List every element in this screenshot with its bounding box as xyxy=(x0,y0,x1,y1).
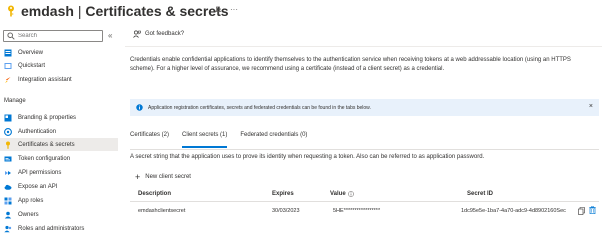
credential-tabs: Certificates (2) Client secrets (1) Fede… xyxy=(130,132,320,148)
sidebar-item-label: Overview xyxy=(18,49,44,56)
new-client-secret-label: New client secret xyxy=(145,174,191,180)
sidebar-item-branding[interactable]: Branding & properties xyxy=(0,111,118,124)
sidebar-item-owners[interactable]: Owners xyxy=(0,208,118,221)
info-icon[interactable] xyxy=(347,191,354,197)
sidebar-item-expose-api[interactable]: Expose an API xyxy=(0,180,118,193)
column-header-value: Value xyxy=(330,191,354,197)
header-label: Secret ID xyxy=(467,191,494,197)
page-title: emdash | Certificates & secrets xyxy=(21,3,229,19)
info-banner: Application registration certificates, s… xyxy=(130,99,599,116)
sidebar-search[interactable] xyxy=(3,30,103,42)
person-feedback-icon xyxy=(133,30,141,38)
sidebar-item-quickstart[interactable]: Quickstart xyxy=(0,59,118,72)
sidebar-item-authentication[interactable]: Authentication xyxy=(0,125,118,138)
quickstart-icon xyxy=(4,62,12,69)
table-row: emdashclientsecret 30/03/2023 5HE*******… xyxy=(130,202,599,220)
sidebar: « Overview Quickstart Integration assist… xyxy=(0,27,125,251)
title-separator: | xyxy=(77,3,82,19)
sidebar-item-label: Certificates & secrets xyxy=(18,141,75,148)
sidebar-item-roles-administrators[interactable]: Roles and administrators xyxy=(0,222,118,235)
sidebar-item-label: Roles and administrators xyxy=(18,225,85,232)
collapse-sidebar-button[interactable]: « xyxy=(108,31,112,40)
title-bar: emdash | Certificates & secrets ··· xyxy=(0,0,602,24)
search-input[interactable] xyxy=(18,33,98,39)
cell-secret-id: 1dc95e5e-1ba7-4a70-adc9-4d8902160Sec xyxy=(461,208,566,214)
tab-certificates[interactable]: Certificates (2) xyxy=(130,132,169,144)
sidebar-item-label: API permissions xyxy=(18,169,62,176)
cell-description: emdashclientsecret xyxy=(138,208,186,214)
tab-federated-credentials[interactable]: Federated credentials (0) xyxy=(240,132,307,144)
cloud-icon xyxy=(4,184,12,190)
search-icon xyxy=(7,32,15,40)
table-header: Description Expires Value Secret ID xyxy=(130,188,599,202)
intro-text: Credentials enable confidential applicat… xyxy=(130,57,571,72)
copy-icon[interactable] xyxy=(578,207,585,215)
tab-client-secrets[interactable]: Client secrets (1) xyxy=(182,132,228,148)
pin-icon[interactable] xyxy=(214,6,222,15)
cell-value: 5HE***************** xyxy=(333,208,381,214)
tab-description: A secret string that the application use… xyxy=(130,154,485,160)
main-content: Got feedback? Credentials enable confide… xyxy=(125,24,602,251)
cell-expires: 30/03/2023 xyxy=(272,208,300,214)
app-roles-icon xyxy=(4,197,12,204)
owners-icon xyxy=(4,211,12,218)
sidebar-item-label: Quickstart xyxy=(18,62,46,69)
overview-icon xyxy=(4,49,12,56)
tabs-divider xyxy=(130,149,599,150)
header-label: Description xyxy=(138,191,172,197)
sidebar-item-label: Token configuration xyxy=(18,155,71,162)
new-client-secret-button[interactable]: + New client secret xyxy=(135,172,191,182)
key-icon xyxy=(8,5,14,17)
info-icon xyxy=(136,104,143,111)
sidebar-item-label: Expose an API xyxy=(18,183,58,190)
key-icon xyxy=(6,141,10,149)
branding-icon xyxy=(4,114,12,121)
roles-icon xyxy=(4,225,12,232)
feedback-button[interactable]: Got feedback? xyxy=(133,30,184,38)
token-icon xyxy=(4,156,12,161)
header-label: Value xyxy=(330,191,346,197)
more-options-icon[interactable]: ··· xyxy=(230,5,238,14)
sidebar-item-overview[interactable]: Overview xyxy=(0,46,118,59)
blade-title: Certificates & secrets xyxy=(85,3,229,19)
app-name: emdash xyxy=(21,3,74,19)
section-manage: Manage xyxy=(4,98,26,104)
sidebar-item-app-roles[interactable]: App roles xyxy=(0,194,118,207)
sidebar-item-label: Integration assistant xyxy=(18,76,72,83)
feedback-label: Got feedback? xyxy=(145,31,185,37)
sidebar-item-integration-assistant[interactable]: Integration assistant xyxy=(0,73,118,86)
delete-icon[interactable] xyxy=(589,206,596,214)
banner-text: Application registration certificates, s… xyxy=(148,104,371,111)
add-icon: + xyxy=(135,172,141,182)
permissions-icon xyxy=(5,170,11,175)
sidebar-item-label: Branding & properties xyxy=(18,114,77,121)
sidebar-item-label: Owners xyxy=(18,211,39,218)
column-header-secret-id: Secret ID xyxy=(467,191,493,197)
sidebar-item-token-configuration[interactable]: Token configuration xyxy=(0,152,118,165)
sidebar-item-api-permissions[interactable]: API permissions xyxy=(0,166,118,179)
authentication-icon xyxy=(4,127,12,136)
close-icon[interactable]: × xyxy=(589,103,593,110)
rocket-icon xyxy=(5,76,11,83)
sidebar-item-label: App roles xyxy=(18,197,44,204)
sidebar-item-label: Authentication xyxy=(18,128,57,135)
column-header-description: Description xyxy=(138,191,171,197)
divider xyxy=(125,46,602,47)
column-header-expires: Expires xyxy=(272,191,294,197)
sidebar-item-certificates-secrets[interactable]: Certificates & secrets xyxy=(0,138,118,151)
header-label: Expires xyxy=(272,191,294,197)
